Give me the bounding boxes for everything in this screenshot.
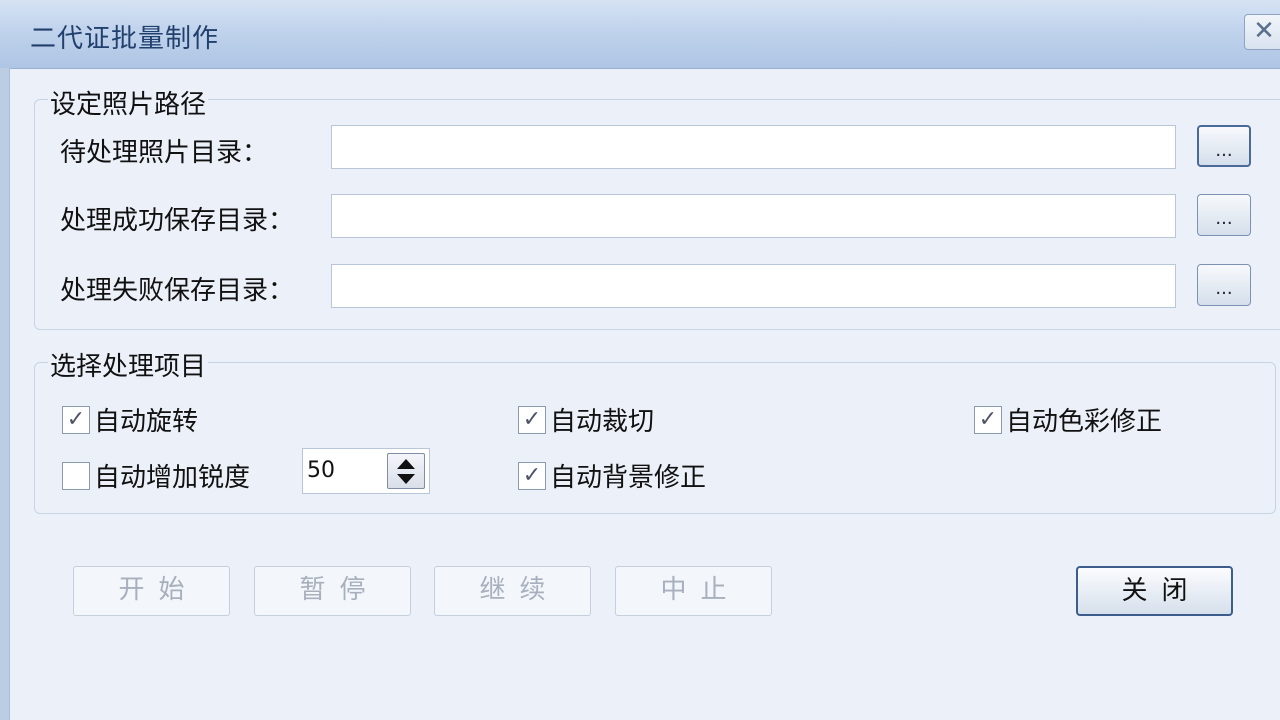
auto-background-option[interactable]: ✓ 自动背景修正	[518, 457, 706, 494]
auto-crop-label: 自动裁切	[550, 407, 655, 437]
path-settings-title: 设定照片路径	[48, 84, 209, 121]
auto-crop-checkbox[interactable]: ✓	[518, 405, 546, 434]
auto-color-checkbox[interactable]: ✓	[974, 405, 1002, 434]
pause-button[interactable]: 暂停	[254, 566, 411, 616]
window-frame-edge	[0, 68, 10, 720]
auto-color-option[interactable]: ✓ 自动色彩修正	[974, 401, 1162, 438]
close-button[interactable]: 关闭	[1076, 566, 1233, 616]
auto-sharpen-label: 自动增加锐度	[94, 463, 251, 493]
batch-dialog-window: 二代证批量制作 ✕ 设定照片路径 待处理照片目录： ... 处理成功保存目录： …	[0, 0, 1280, 720]
failure-dir-label: 处理失败保存目录：	[60, 276, 295, 306]
start-button[interactable]: 开始	[73, 566, 230, 616]
success-dir-input[interactable]	[331, 194, 1176, 238]
window-close-button[interactable]: ✕	[1244, 14, 1280, 50]
auto-background-checkbox[interactable]: ✓	[518, 461, 546, 490]
auto-sharpen-checkbox[interactable]	[62, 461, 90, 490]
window-title: 二代证批量制作	[30, 24, 220, 54]
resume-button[interactable]: 继续	[434, 566, 591, 616]
auto-rotate-label: 自动旋转	[94, 407, 199, 437]
auto-crop-option[interactable]: ✓ 自动裁切	[518, 401, 654, 438]
auto-sharpen-option[interactable]: 自动增加锐度	[62, 457, 250, 494]
title-bar: 二代证批量制作 ✕	[0, 0, 1280, 69]
failure-dir-browse-button[interactable]: ...	[1197, 264, 1251, 306]
auto-rotate-option[interactable]: ✓ 自动旋转	[62, 401, 198, 438]
options-title: 选择处理项目	[48, 346, 209, 383]
success-dir-browse-button[interactable]: ...	[1197, 194, 1251, 236]
stop-button[interactable]: 中止	[615, 566, 772, 616]
sharpness-spinbox[interactable]: 50	[302, 448, 430, 494]
ellipsis-icon: ...	[1215, 208, 1233, 229]
spin-down-icon[interactable]	[397, 474, 415, 484]
sharpness-value: 50	[307, 458, 335, 483]
success-dir-label: 处理成功保存目录：	[60, 206, 295, 236]
auto-rotate-checkbox[interactable]: ✓	[62, 405, 90, 434]
ellipsis-icon: ...	[1215, 140, 1233, 161]
failure-dir-input[interactable]	[331, 264, 1176, 308]
sharpness-stepper[interactable]	[387, 453, 425, 489]
spin-up-icon[interactable]	[397, 459, 415, 469]
close-icon: ✕	[1253, 16, 1275, 46]
pending-dir-label: 待处理照片目录：	[60, 138, 269, 168]
auto-background-label: 自动背景修正	[550, 463, 707, 493]
auto-color-label: 自动色彩修正	[1006, 407, 1163, 437]
ellipsis-icon: ...	[1215, 278, 1233, 299]
pending-dir-input[interactable]	[331, 125, 1176, 169]
pending-dir-browse-button[interactable]: ...	[1197, 125, 1251, 167]
